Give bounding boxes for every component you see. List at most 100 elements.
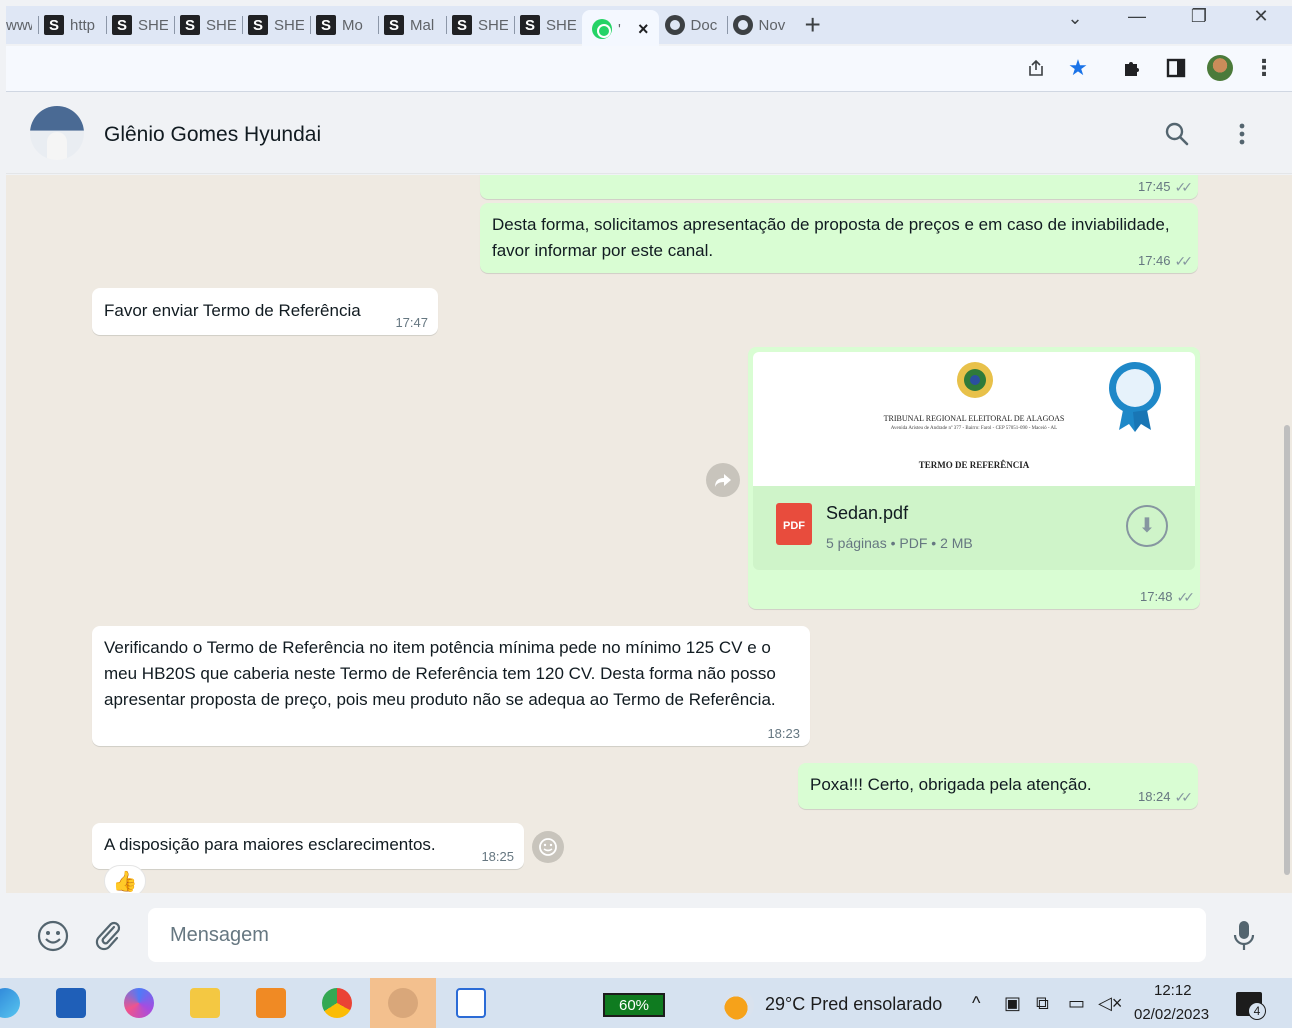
display-icon[interactable]: ⧉ bbox=[1036, 993, 1049, 1014]
message-outgoing[interactable]: 17:45 ✓✓ bbox=[480, 175, 1198, 199]
double-check-icon: ✓✓ bbox=[1176, 589, 1196, 605]
browser-tab[interactable]: S SHE bbox=[174, 10, 242, 40]
browser-tab[interactable]: S SHE bbox=[514, 10, 582, 40]
message-document[interactable]: TRIBUNAL REGIONAL ELEITORAL DE ALAGOAS A… bbox=[748, 347, 1200, 609]
search-icon[interactable] bbox=[1164, 121, 1190, 152]
chrome-icon bbox=[732, 15, 753, 35]
browser-tab-active[interactable]: ' × bbox=[582, 10, 659, 48]
profile-avatar-icon[interactable] bbox=[1207, 55, 1233, 81]
contact-name[interactable]: Glênio Gomes Hyundai bbox=[104, 123, 321, 147]
s-favicon-icon: S bbox=[316, 15, 336, 35]
menu-icon[interactable] bbox=[1232, 121, 1252, 152]
tab-title: SHE bbox=[138, 16, 168, 34]
message-time: 18:23 bbox=[767, 726, 800, 741]
notepad-icon[interactable] bbox=[456, 988, 486, 1018]
clock-date[interactable]: 02/02/2023 bbox=[1134, 1006, 1209, 1023]
tab-title: www bbox=[6, 16, 32, 34]
document-file-info: 5 páginas • PDF • 2 MB bbox=[826, 535, 973, 551]
notification-center-icon[interactable]: 4 bbox=[1236, 992, 1266, 1020]
store-icon[interactable] bbox=[56, 988, 86, 1018]
browser-toolbar: ★ ⋮ bbox=[6, 46, 1292, 92]
edge-icon[interactable] bbox=[0, 988, 20, 1018]
browser-tab[interactable]: Nov bbox=[726, 10, 795, 40]
minimize-button[interactable]: — bbox=[1122, 6, 1152, 30]
document-file-row[interactable]: PDF Sedan.pdf 5 páginas • PDF • 2 MB ⬇ bbox=[753, 486, 1195, 570]
restore-button[interactable]: ❐ bbox=[1184, 6, 1214, 30]
message-time: 17:47 bbox=[395, 315, 428, 330]
s-favicon-icon: S bbox=[44, 15, 64, 35]
browser-tab[interactable]: S SHE bbox=[446, 10, 514, 40]
double-check-icon: ✓✓ bbox=[1174, 789, 1194, 805]
document-title: TERMO DE REFERÊNCIA bbox=[918, 460, 1030, 470]
s-favicon-icon: S bbox=[452, 15, 472, 35]
more-vert-icon[interactable]: ⋮ bbox=[1252, 55, 1276, 80]
emoji-icon[interactable] bbox=[36, 919, 70, 958]
close-tab-icon[interactable]: × bbox=[638, 19, 649, 40]
taskbar-active-app[interactable] bbox=[370, 978, 436, 1028]
tab-title: SHE bbox=[274, 16, 304, 34]
react-emoji-icon[interactable] bbox=[532, 831, 564, 863]
message-text: Desta forma, solicitamos apresentação de… bbox=[492, 215, 1170, 260]
contact-avatar[interactable] bbox=[30, 106, 84, 160]
message-outgoing[interactable]: Desta forma, solicitamos apresentação de… bbox=[480, 203, 1198, 273]
s-favicon-icon: S bbox=[112, 15, 132, 35]
pdf-app-icon[interactable] bbox=[256, 988, 286, 1018]
copilot-icon[interactable] bbox=[124, 988, 154, 1018]
camera-icon[interactable]: ▣ bbox=[1004, 993, 1021, 1014]
document-file-name: Sedan.pdf bbox=[826, 503, 909, 523]
share-icon[interactable] bbox=[1024, 56, 1048, 80]
browser-tab[interactable]: S SHE bbox=[106, 10, 174, 40]
s-favicon-icon: S bbox=[520, 15, 540, 35]
tab-title: http bbox=[70, 16, 96, 34]
extensions-puzzle-icon[interactable] bbox=[1120, 56, 1144, 80]
show-hidden-icons-chevron-icon[interactable]: ^ bbox=[972, 993, 980, 1014]
browser-tab[interactable]: S Mal bbox=[378, 10, 446, 40]
side-panel-icon[interactable] bbox=[1164, 56, 1188, 80]
browser-tab[interactable]: Doc bbox=[659, 10, 727, 40]
forward-icon[interactable] bbox=[706, 463, 740, 497]
message-time: 18:24 bbox=[1137, 789, 1171, 804]
tab-title: SHE bbox=[478, 16, 508, 34]
message-time: 18:25 bbox=[481, 849, 514, 864]
tab-title: SHE bbox=[546, 16, 576, 34]
message-list[interactable]: 17:45 ✓✓ Desta forma, solicitamos aprese… bbox=[6, 175, 1292, 893]
new-tab-button[interactable]: + bbox=[805, 11, 821, 39]
volume-muted-icon[interactable]: ◁× bbox=[1098, 993, 1122, 1014]
message-incoming[interactable]: Favor enviar Termo de Referência 17:47 bbox=[92, 288, 438, 335]
microphone-icon[interactable] bbox=[1232, 919, 1256, 958]
document-preview[interactable]: TRIBUNAL REGIONAL ELEITORAL DE ALAGOAS A… bbox=[753, 352, 1195, 486]
attach-paperclip-icon[interactable] bbox=[92, 919, 124, 956]
paint-icon bbox=[388, 988, 418, 1018]
message-text: Poxa!!! Certo, obrigada pela atenção. bbox=[810, 775, 1092, 794]
tab-search-button[interactable]: ⌄ bbox=[1060, 8, 1090, 32]
double-check-icon: ✓✓ bbox=[1174, 179, 1194, 195]
close-window-button[interactable]: ✕ bbox=[1246, 6, 1276, 30]
reaction-badge[interactable]: 👍 bbox=[104, 865, 146, 893]
tab-title: ' bbox=[618, 20, 621, 38]
weather-text[interactable]: 29°C Pred ensolarado bbox=[765, 994, 942, 1015]
message-meta: 17:46 ✓✓ bbox=[1138, 253, 1193, 269]
message-incoming[interactable]: Verificando o Termo de Referência no ite… bbox=[92, 626, 810, 746]
chrome-taskbar-icon[interactable] bbox=[322, 988, 352, 1018]
bookmark-star-icon[interactable]: ★ bbox=[1066, 55, 1090, 80]
browser-tab[interactable]: S Mo bbox=[310, 10, 378, 40]
battery-icon[interactable]: ▭ bbox=[1068, 993, 1085, 1014]
message-meta: 18:23 bbox=[767, 726, 800, 742]
message-incoming[interactable]: A disposição para maiores esclarecimento… bbox=[92, 823, 524, 869]
browser-tab[interactable]: S SHE bbox=[242, 10, 310, 40]
s-favicon-icon: S bbox=[384, 15, 404, 35]
download-icon[interactable]: ⬇ bbox=[1126, 505, 1168, 547]
message-text: A disposição para maiores esclarecimento… bbox=[104, 835, 436, 854]
weather-sun-icon[interactable] bbox=[724, 990, 754, 1020]
battery-widget[interactable]: 60% bbox=[603, 993, 665, 1017]
chat-scrollbar[interactable] bbox=[1284, 425, 1290, 875]
browser-tab[interactable]: www bbox=[6, 10, 38, 40]
message-input[interactable] bbox=[148, 908, 1206, 962]
message-outgoing[interactable]: Poxa!!! Certo, obrigada pela atenção. 18… bbox=[798, 763, 1198, 809]
chat-header[interactable]: Glênio Gomes Hyundai bbox=[6, 93, 1292, 174]
clock-time[interactable]: 12:12 bbox=[1154, 982, 1192, 999]
browser-tab-strip: www S http S SHE S SHE S SHE S Mo S Mal … bbox=[6, 6, 1292, 48]
browser-tab[interactable]: S http bbox=[38, 10, 106, 40]
file-explorer-icon[interactable] bbox=[190, 988, 220, 1018]
message-text: Verificando o Termo de Referência no ite… bbox=[104, 638, 776, 709]
